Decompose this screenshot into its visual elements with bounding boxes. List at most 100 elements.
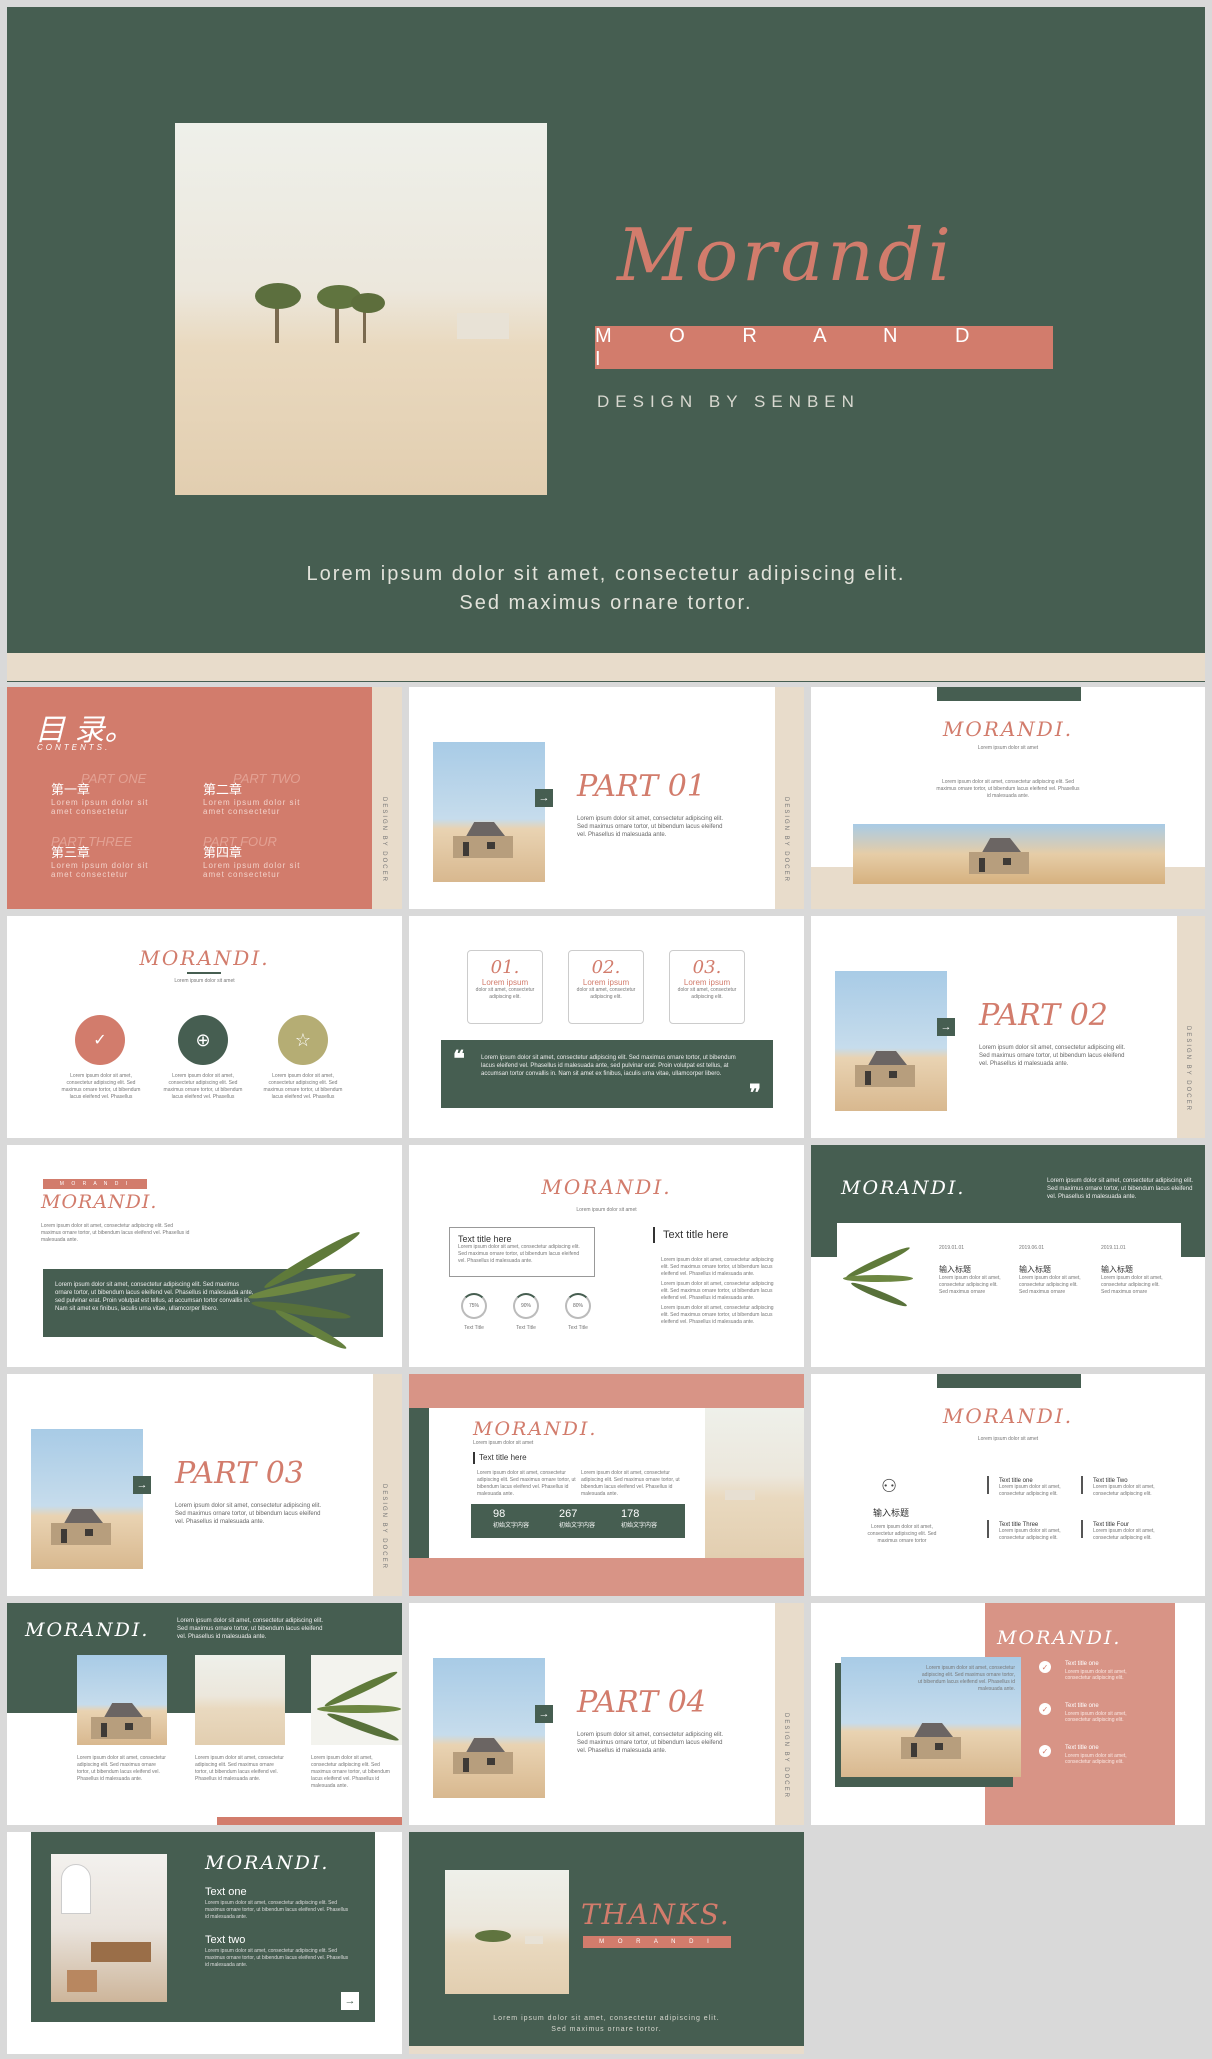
header-text: Lorem ipsum dolor sit amet, consectetur … — [1047, 1178, 1194, 1200]
step-card-2[interactable]: 02. Lorem ipsum dolor sit amet, consecte… — [568, 950, 644, 1024]
timeline-item-1[interactable]: 2019.01.01 输入标题 Lorem ipsum dolor sit am… — [939, 1245, 1003, 1296]
timeline-item-3[interactable]: 2019.11.01 输入标题 Lorem ipsum dolor sit am… — [1101, 1245, 1165, 1296]
text-two-title: Text two — [205, 1934, 246, 1946]
timeline-slide[interactable]: MORANDI. Lorem ipsum dolor sit amet, con… — [811, 1145, 1205, 1367]
quote-box: ❝ Lorem ipsum dolor sit amet, consectetu… — [441, 1040, 773, 1108]
stats-slide[interactable]: MORANDI. Lorem ipsum dolor sit amet Text… — [409, 1374, 804, 1596]
toc-item-2[interactable]: PART TWO 第二章 Lorem ipsum dolor sit amet … — [203, 771, 333, 816]
check-title: Text title one — [1065, 1703, 1099, 1709]
check-desc: Lorem ipsum dolor sit amet, consectetur … — [1065, 1753, 1127, 1765]
photo-caption: Lorem ipsum dolor sit amet, consectetur … — [311, 1755, 390, 1789]
part03-slide[interactable]: DESIGN BY DOCER → PART 03 Lorem ipsum do… — [7, 1374, 402, 1596]
timeline-desc: Lorem ipsum dolor sit amet, consectetur … — [939, 1275, 1001, 1295]
check-icon: ✓ — [1039, 1703, 1051, 1715]
toc-item-3[interactable]: PART THREE 第三章 Lorem ipsum dolor sit ame… — [51, 834, 181, 879]
toc-item-desc: amet consectetur — [51, 807, 129, 816]
cover-bottom-strip — [7, 653, 1205, 681]
timeline-desc: Lorem ipsum dolor sit amet, consectetur … — [1019, 1275, 1081, 1295]
close-quote-icon: ❞ — [749, 1080, 761, 1105]
brand-sub: Lorem ipsum dolor sit amet — [977, 745, 1039, 751]
timeline-title: 输入标题 — [1101, 1265, 1133, 1274]
beige-band — [775, 1603, 804, 1825]
item-desc: Lorem ipsum dolor sit amet, consectetur … — [999, 1484, 1061, 1497]
step-desc: dolor sit amet, consectetur adipiscing e… — [576, 987, 636, 1000]
part02-slide[interactable]: DESIGN BY DOCER → PART 02 Lorem ipsum do… — [811, 916, 1205, 1138]
progress-label: Text Title — [516, 1325, 536, 1331]
arrow-icon[interactable]: → — [535, 1705, 553, 1723]
cover-byline: DESIGN BY SENBEN — [597, 392, 860, 411]
arrow-icon[interactable]: → — [133, 1476, 151, 1494]
cover-banner-text: M O R A N D I — [595, 324, 996, 370]
thanks-text-2: Sed maximus ornare tortor. — [551, 2026, 662, 2033]
step-card-3[interactable]: 03. Lorem ipsum dolor sit amet, consecte… — [669, 950, 745, 1024]
part04-slide[interactable]: DESIGN BY DOCER → PART 04 Lorem ipsum do… — [409, 1603, 804, 1825]
brand-title: MORANDI. — [942, 717, 1074, 741]
next-arrow-icon[interactable]: → — [341, 1992, 359, 2010]
text-box-title: Text title here — [458, 1234, 512, 1244]
toc-subtitle: CONTENTS. — [37, 743, 111, 752]
user-check-icon: ⚇ — [881, 1476, 898, 1496]
brand-title: MORANDI. — [473, 1418, 598, 1440]
vertical-text: DESIGN BY DOCER — [1185, 1026, 1191, 1112]
brand-sub: Lorem ipsum dolor sit amet — [174, 978, 235, 984]
photo-caption: Lorem ipsum dolor sit amet, consectetur … — [195, 1755, 284, 1782]
bullet-item: Lorem ipsum dolor sit amet, consectetur … — [661, 1305, 774, 1325]
step-desc: dolor sit amet, consectetur adipiscing e… — [677, 987, 737, 1000]
check-icon: ✓ — [1039, 1745, 1051, 1757]
toc-item-label: 第二章 — [203, 782, 243, 797]
text-one-two-slide[interactable]: MORANDI. Text one Lorem ipsum dolor sit … — [7, 1832, 402, 2054]
part-body: Lorem ipsum dolor sit amet, consectetur … — [577, 1732, 724, 1754]
toc-item-4[interactable]: PART FOUR 第四章 Lorem ipsum dolor sit amet… — [203, 834, 333, 879]
part-photo — [835, 971, 947, 1111]
part-photo — [31, 1429, 143, 1569]
title-item: Text title Four Lorem ipsum dolor sit am… — [1093, 1522, 1171, 1542]
three-photos-slide[interactable]: MORANDI. Lorem ipsum dolor sit amet, con… — [7, 1603, 402, 1825]
thanks-banner-text: M O R A N D I — [599, 1939, 715, 1945]
part-title: PART 01 — [577, 769, 706, 804]
toc-slide[interactable]: DESIGN BY DOCER 目 录。 CONTENTS. PART ONE … — [7, 687, 402, 909]
stat-item-1: 98 初始文字内容 — [493, 1508, 529, 1529]
person-desc: Lorem ipsum dolor sit amet, consectetur … — [867, 1524, 937, 1544]
text-box: Text title here Lorem ipsum dolor sit am… — [449, 1227, 595, 1277]
spaced-banner-text: M O R A N D I — [59, 1181, 131, 1187]
open-quote-icon: ❝ — [453, 1046, 465, 1071]
checklist-slide[interactable]: Lorem ipsum dolor sit amet, consectetur … — [811, 1603, 1205, 1825]
toc-item-1[interactable]: PART ONE 第一章 Lorem ipsum dolor sit amet … — [51, 771, 181, 816]
progress-slide[interactable]: MORANDI. Lorem ipsum dolor sit amet Text… — [409, 1145, 804, 1367]
right-bar — [653, 1227, 655, 1243]
progress-ring-1: 75% — [461, 1293, 487, 1319]
step-num: 03. — [692, 957, 722, 978]
timeline-item-2[interactable]: 2019.06.01 输入标题 Lorem ipsum dolor sit am… — [1019, 1245, 1083, 1296]
arrow-icon[interactable]: → — [937, 1018, 955, 1036]
arrow-icon[interactable]: → — [535, 789, 553, 807]
header-text: Lorem ipsum dolor sit amet, consectetur … — [177, 1618, 324, 1640]
stats-bullet: Lorem ipsum dolor sit amet, consectetur … — [581, 1470, 680, 1497]
step-num: 02. — [591, 957, 621, 978]
cover-slide[interactable]: Morandi M O R A N D I DESIGN BY SENBEN L… — [7, 7, 1205, 682]
thanks-text-1: Lorem ipsum dolor sit amet, consectetur … — [493, 2015, 720, 2022]
toc-item-label: 第三章 — [51, 845, 91, 860]
morandi-intro-slide[interactable]: MORANDI. Lorem ipsum dolor sit amet Lore… — [811, 687, 1205, 909]
brand-title: MORANDI. — [25, 1619, 150, 1641]
part01-slide[interactable]: DESIGN BY DOCER → PART 01 Lorem ipsum do… — [409, 687, 804, 909]
toc-item-desc: Lorem ipsum dolor sit — [203, 861, 301, 870]
thanks-photo — [445, 1870, 569, 1994]
thanks-slide[interactable]: THANKS. M O R A N D I Lorem ipsum dolor … — [409, 1832, 804, 2054]
check-icon[interactable]: ✓ — [75, 1015, 125, 1065]
plus-icon[interactable]: ⊕ — [178, 1015, 228, 1065]
stats-bullet: Lorem ipsum dolor sit amet, consectetur … — [477, 1470, 576, 1497]
title-item: Text title one Lorem ipsum dolor sit ame… — [999, 1478, 1077, 1498]
toc-item-desc: Lorem ipsum dolor sit — [51, 798, 149, 807]
check-title: Text title one — [1065, 1745, 1099, 1751]
four-titles-slide[interactable]: MORANDI. Lorem ipsum dolor sit amet ⚇ 输入… — [811, 1374, 1205, 1596]
progress-label: Text Title — [568, 1325, 588, 1331]
steps-quote-slide[interactable]: 01. Lorem ipsum dolor sit amet, consecte… — [409, 916, 804, 1138]
brand-title: MORANDI. — [205, 1852, 330, 1874]
bullet-item: Lorem ipsum dolor sit amet, consectetur … — [661, 1281, 774, 1301]
brand-title: MORANDI. — [541, 1175, 672, 1199]
star-icon[interactable]: ☆ — [278, 1015, 328, 1065]
stat-label: 初始文字内容 — [493, 1523, 530, 1529]
three-icons-slide[interactable]: MORANDI. Lorem ipsum dolor sit amet ✓ ⊕ … — [7, 916, 402, 1138]
palm-text-slide[interactable]: M O R A N D I MORANDI. Lorem ipsum dolor… — [7, 1145, 402, 1367]
step-card-1[interactable]: 01. Lorem ipsum dolor sit amet, consecte… — [467, 950, 543, 1024]
